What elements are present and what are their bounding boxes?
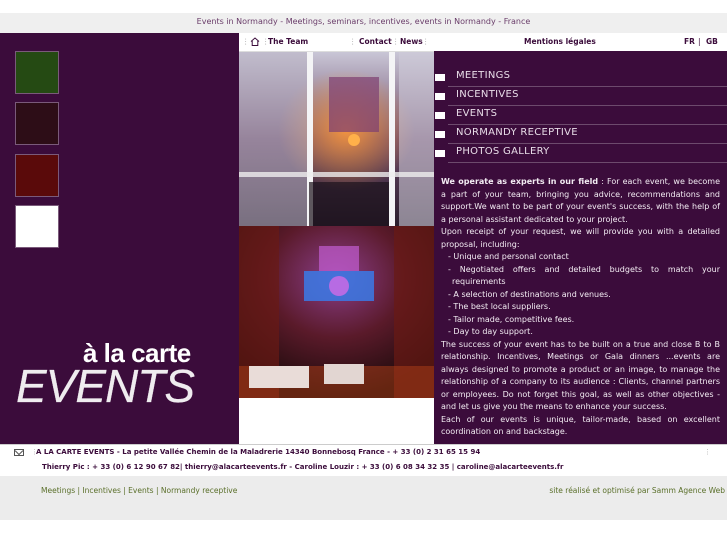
color-swatch-white[interactable] xyxy=(15,205,59,248)
square-bullet-icon xyxy=(435,112,445,119)
contact-persons: Thierry Pic : + 33 (0) 6 12 90 67 82| th… xyxy=(42,463,564,471)
nav-item-legal-notice[interactable]: Mentions légales xyxy=(524,37,596,46)
left-sidebar: à la carte EVENTS xyxy=(0,33,239,444)
intro-bold-text: We operate as experts in our field xyxy=(441,177,599,186)
menu-item-events[interactable]: EVENTS xyxy=(434,106,727,125)
language-separator: | xyxy=(698,37,701,46)
contact-footer: ⋮ A LA CARTE EVENTS - La petite Vallée C… xyxy=(0,444,727,478)
language-fr-link[interactable]: FR xyxy=(684,37,695,46)
main-content: We operate as experts in our field : For… xyxy=(441,176,720,439)
list-item: - Unique and personal contact xyxy=(448,252,569,261)
nav-separator: ⋮ xyxy=(392,37,400,46)
bottom-bar: Meetings | Incentives | Events | Normand… xyxy=(0,476,727,520)
language-gb-link[interactable]: GB xyxy=(706,37,718,46)
proposal-paragraph: Upon receipt of your request, we will pr… xyxy=(441,227,720,249)
divider xyxy=(448,162,727,163)
menu-item-incentives[interactable]: INCENTIVES xyxy=(434,87,727,106)
unique-events-paragraph: Each of our events is unique, tailor-mad… xyxy=(441,414,720,437)
nav-separator: ⋮ xyxy=(242,37,250,46)
list-item: - A selection of destinations and venues… xyxy=(448,289,611,299)
nav-item-contact[interactable]: Contact xyxy=(359,37,392,46)
menu-item-label: NORMANDY RECEPTIVE xyxy=(456,127,578,138)
site-tagline: Events in Normandy - Meetings, seminars,… xyxy=(196,17,531,26)
menu-item-normandy-receptive[interactable]: NORMANDY RECEPTIVE xyxy=(434,125,727,144)
color-swatch-dark-brown[interactable] xyxy=(15,102,59,145)
list-item: - Day to day support. xyxy=(448,327,533,336)
nav-separator: ⋮ xyxy=(422,37,430,46)
square-bullet-icon xyxy=(435,150,445,157)
intro-paragraph: We operate as experts in our field : For… xyxy=(441,176,720,226)
color-swatch-green[interactable] xyxy=(15,51,59,94)
footer-separator: ⋮ xyxy=(704,448,711,456)
square-bullet-icon xyxy=(435,74,445,81)
top-navigation: ⋮ ⋮ The Team ⋮ Contact ⋮ News ⋮ Mentions… xyxy=(239,33,727,52)
menu-item-label: EVENTS xyxy=(456,108,498,119)
square-bullet-icon xyxy=(435,93,445,100)
footer-links[interactable]: Meetings | Incentives | Events | Normand… xyxy=(41,486,237,495)
color-swatch-dark-red[interactable] xyxy=(15,154,59,197)
company-address: A LA CARTE EVENTS - La petite Vallée Che… xyxy=(36,448,481,456)
nav-separator: ⋮ xyxy=(349,37,357,46)
top-bar: Events in Normandy - Meetings, seminars,… xyxy=(0,13,727,34)
square-bullet-icon xyxy=(435,131,445,138)
menu-item-label: PHOTOS GALLERY xyxy=(456,146,550,157)
nav-item-news[interactable]: News xyxy=(400,37,423,46)
nav-item-the-team[interactable]: The Team xyxy=(268,37,308,46)
success-paragraph: The success of your event has to be buil… xyxy=(441,339,720,412)
list-item: - Negotiated offers and detailed budgets… xyxy=(448,264,720,287)
menu-item-photos-gallery[interactable]: PHOTOS GALLERY xyxy=(434,144,727,163)
menu-item-label: INCENTIVES xyxy=(456,89,519,100)
list-item: - The best local suppliers. xyxy=(448,302,551,311)
photo-venue-hall xyxy=(239,52,434,226)
site-credit-link[interactable]: site réalisé et optimisé par Samm Agence… xyxy=(549,486,725,495)
menu-item-label: MEETINGS xyxy=(456,70,511,81)
services-list: - Unique and personal contact - Negotiat… xyxy=(441,251,720,339)
list-item: - Tailor made, competitive fees. xyxy=(448,314,575,324)
envelope-icon[interactable] xyxy=(14,449,24,456)
menu-item-meetings[interactable]: MEETINGS xyxy=(434,68,727,87)
home-icon[interactable] xyxy=(250,37,260,46)
logo-text-line2: EVENTS xyxy=(16,360,195,412)
photo-event-lounge xyxy=(239,226,434,398)
